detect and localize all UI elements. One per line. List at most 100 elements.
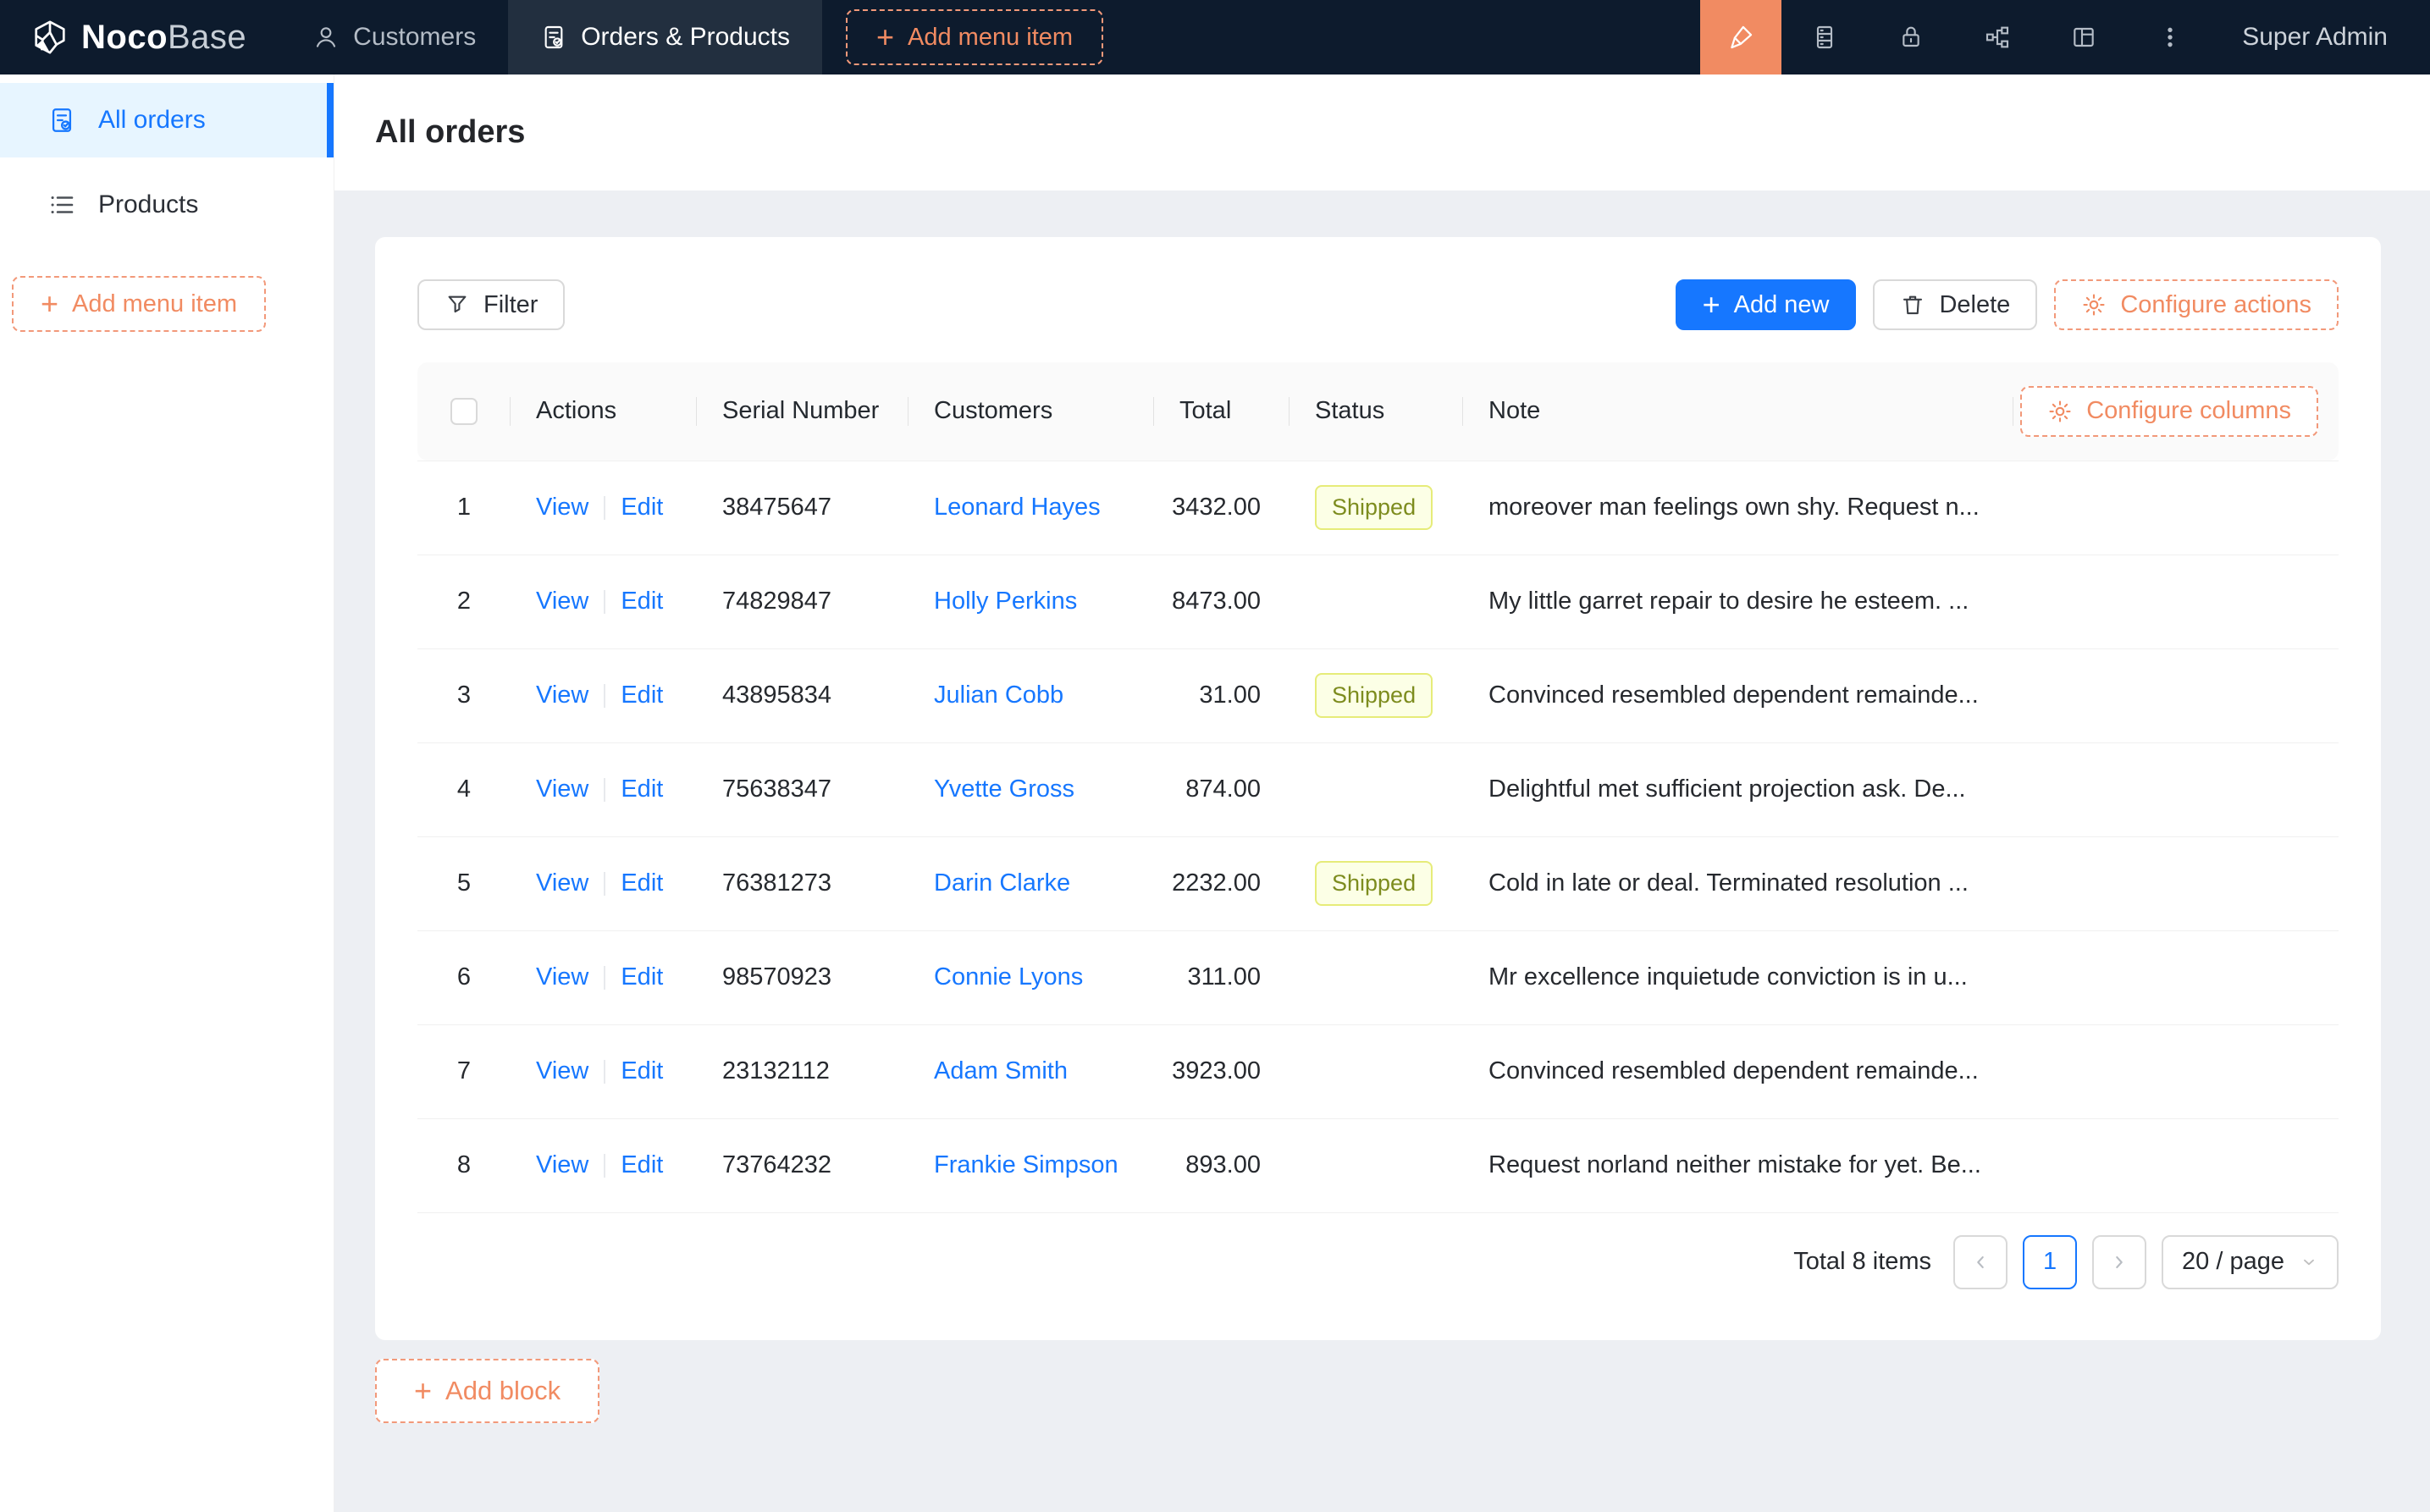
divider: [604, 684, 605, 708]
view-link[interactable]: View: [536, 494, 588, 521]
view-link[interactable]: View: [536, 682, 588, 709]
edit-link[interactable]: Edit: [621, 1151, 663, 1178]
page-size-select[interactable]: 20 / page: [2162, 1235, 2339, 1289]
filter-icon: [445, 292, 470, 317]
plugins-button[interactable]: [1954, 0, 2041, 74]
total-cell: 311.00: [1154, 930, 1290, 1024]
plus-icon: +: [41, 289, 58, 319]
table-row: 7 ViewEdit 23132112 Adam Smith 3923.00 C…: [417, 1024, 2339, 1118]
security-button[interactable]: [1868, 0, 1954, 74]
add-menu-item-label: Add menu item: [72, 290, 237, 318]
column-header-serial-number: Serial Number: [697, 362, 908, 461]
ui-editor-button[interactable]: [1700, 0, 1781, 74]
total-cell: 3432.00: [1154, 461, 1290, 555]
serial-number-cell: 73764232: [697, 1118, 908, 1212]
customer-link[interactable]: Yvette Gross: [934, 775, 1074, 803]
divider: [604, 966, 605, 990]
total-cell: 2232.00: [1154, 836, 1290, 930]
column-header-note: Note: [1463, 362, 2013, 461]
pagination-page-1[interactable]: 1: [2023, 1235, 2077, 1289]
table-row: 4 ViewEdit 75638347 Yvette Gross 874.00 …: [417, 742, 2339, 836]
note-cell: Convinced resembled dependent remainde..…: [1463, 1024, 2013, 1118]
pagination-next-button[interactable]: [2092, 1235, 2146, 1289]
row-index: 7: [417, 1024, 511, 1118]
layout-button[interactable]: [2041, 0, 2127, 74]
edit-link[interactable]: Edit: [621, 494, 663, 521]
collections-button[interactable]: [1781, 0, 1868, 74]
add-block-button[interactable]: + Add block: [375, 1359, 599, 1423]
customer-link[interactable]: Julian Cobb: [934, 682, 1063, 709]
table-row: 3 ViewEdit 43895834 Julian Cobb 31.00 Sh…: [417, 648, 2339, 742]
edit-link[interactable]: Edit: [621, 588, 663, 615]
add-new-label: Add new: [1734, 291, 1830, 319]
column-header-actions: Actions: [511, 362, 697, 461]
row-index: 3: [417, 648, 511, 742]
customer-link[interactable]: Adam Smith: [934, 1057, 1068, 1084]
current-user-name: Super Admin: [2242, 23, 2388, 52]
view-link[interactable]: View: [536, 775, 588, 803]
list-icon: [47, 190, 76, 219]
page-header: All orders: [334, 74, 2430, 190]
navbar-right-actions: Super Admin: [1700, 0, 2430, 74]
total-cell: 3923.00: [1154, 1024, 1290, 1118]
customer-link[interactable]: Darin Clarke: [934, 869, 1070, 897]
view-link[interactable]: View: [536, 869, 588, 897]
tab-customers[interactable]: Customers: [280, 0, 508, 74]
filter-button[interactable]: Filter: [417, 279, 565, 330]
page-title: All orders: [375, 114, 525, 151]
pagination: Total 8 items 1 20 / page: [417, 1235, 2339, 1289]
sidebar: All orders Products + Add menu item: [0, 74, 334, 1512]
customer-link[interactable]: Holly Perkins: [934, 588, 1077, 615]
divider: [604, 496, 605, 520]
divider: [604, 778, 605, 802]
configure-columns-button[interactable]: Configure columns: [2020, 386, 2318, 437]
view-link[interactable]: View: [536, 1151, 588, 1178]
view-link[interactable]: View: [536, 588, 588, 615]
edit-link[interactable]: Edit: [621, 682, 663, 709]
orders-table: Actions Serial Number Customers Total St…: [417, 362, 2339, 1213]
edit-link[interactable]: Edit: [621, 1057, 663, 1084]
note-cell: Convinced resembled dependent remainde..…: [1463, 648, 2013, 742]
select-all-checkbox[interactable]: [450, 398, 478, 425]
pagination-prev-button[interactable]: [1953, 1235, 2008, 1289]
status-badge: Shipped: [1315, 673, 1433, 717]
configure-actions-button[interactable]: Configure actions: [2054, 279, 2339, 330]
more-button[interactable]: [2127, 0, 2213, 74]
current-user-menu[interactable]: Super Admin: [2213, 0, 2430, 74]
filter-label: Filter: [483, 291, 538, 319]
status-badge: Shipped: [1315, 485, 1433, 529]
row-index: 4: [417, 742, 511, 836]
column-header-status: Status: [1290, 362, 1463, 461]
add-new-button[interactable]: + Add new: [1676, 279, 1857, 330]
delete-button[interactable]: Delete: [1873, 279, 2037, 330]
table-toolbar: Filter + Add new Delete: [417, 279, 2339, 330]
table-row: 5 ViewEdit 76381273 Darin Clarke 2232.00…: [417, 836, 2339, 930]
customer-link[interactable]: Leonard Hayes: [934, 494, 1101, 521]
edit-link[interactable]: Edit: [621, 775, 663, 803]
main-menu: Customers Orders & Products + Add menu i…: [280, 0, 1103, 74]
add-menu-item-button-sidebar[interactable]: + Add menu item: [12, 276, 266, 332]
view-link[interactable]: View: [536, 1057, 588, 1084]
view-link[interactable]: View: [536, 963, 588, 991]
add-menu-item-button-nav[interactable]: + Add menu item: [846, 9, 1103, 65]
sidebar-item-products[interactable]: Products: [0, 168, 334, 242]
note-cell: My little garret repair to desire he est…: [1463, 555, 2013, 648]
row-index: 5: [417, 836, 511, 930]
edit-link[interactable]: Edit: [621, 869, 663, 897]
customer-link[interactable]: Connie Lyons: [934, 963, 1083, 991]
highlighter-icon: [1726, 23, 1755, 52]
top-navbar: NocoBase Customers Orders & Products + A: [0, 0, 2430, 74]
column-header-total: Total: [1154, 362, 1290, 461]
serial-number-cell: 38475647: [697, 461, 908, 555]
nocobase-logo[interactable]: NocoBase: [0, 0, 280, 74]
customer-link[interactable]: Frankie Simpson: [934, 1151, 1118, 1178]
status-badge: Shipped: [1315, 861, 1433, 905]
logo-text-bold: Noco: [81, 19, 168, 56]
sidebar-item-all-orders[interactable]: All orders: [0, 83, 334, 157]
edit-link[interactable]: Edit: [621, 963, 663, 991]
page-content: Filter + Add new Delete: [334, 190, 2430, 1512]
tab-orders-products[interactable]: Orders & Products: [508, 0, 822, 74]
logo-text-light: Base: [168, 19, 246, 56]
select-all-header: [417, 362, 511, 461]
plus-icon: +: [414, 1376, 432, 1406]
